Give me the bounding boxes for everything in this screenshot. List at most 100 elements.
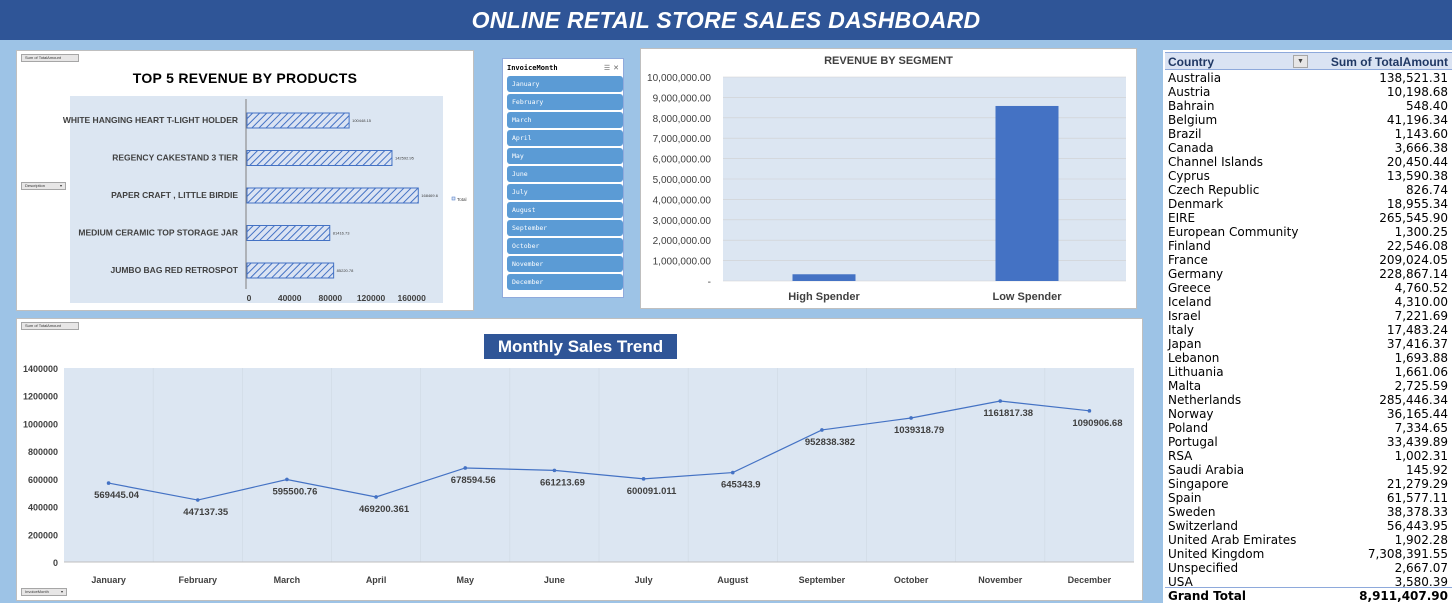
- pivot-row[interactable]: EIRE 265,545.90: [1165, 211, 1452, 225]
- pivot-country-cell: Greece: [1168, 281, 1211, 295]
- trend-point: [106, 481, 111, 485]
- slicer-item-march[interactable]: March: [507, 112, 623, 128]
- pivot-amount-cell: 145.92: [1406, 463, 1448, 477]
- slicer-item-july[interactable]: July: [507, 184, 623, 200]
- y-tick-label: 400000: [28, 503, 58, 513]
- pivot-row[interactable]: Bahrain 548.40: [1165, 99, 1452, 113]
- pivot-amount-cell: 56,443.95: [1386, 519, 1448, 533]
- pivot-row[interactable]: Unspecified 2,667.07: [1165, 561, 1452, 575]
- y-tick-label: -: [708, 277, 711, 288]
- slicer-item-december[interactable]: December: [507, 274, 623, 290]
- y-tick-label: 3,000,000.00: [653, 216, 712, 227]
- pivot-country-cell: Israel: [1168, 309, 1201, 323]
- pivot-row[interactable]: Lithuania 1,661.06: [1165, 365, 1452, 379]
- pivot-row[interactable]: Channel Islands 20,450.44: [1165, 155, 1452, 169]
- pivot-row[interactable]: Sweden 38,378.33: [1165, 505, 1452, 519]
- pivot-row[interactable]: France 209,024.05: [1165, 253, 1452, 267]
- pivot-amount-cell: 37,416.37: [1386, 337, 1448, 351]
- pivot-row[interactable]: Greece 4,760.52: [1165, 281, 1452, 295]
- pivot-row[interactable]: Portugal 33,439.89: [1165, 435, 1452, 449]
- monthly-sales-trend-chart-panel[interactable]: Sum of TotalAmount InvoiceMonth ▾ Monthl…: [16, 318, 1143, 601]
- pivot-row[interactable]: Saudi Arabia 145.92: [1165, 463, 1452, 477]
- pivot-country-cell: EIRE: [1168, 211, 1196, 225]
- slicer-item-april[interactable]: April: [507, 130, 623, 146]
- country-filter-dropdown-icon[interactable]: ▼: [1293, 55, 1308, 68]
- pivot-row[interactable]: Czech Republic 826.74: [1165, 183, 1452, 197]
- revenue-by-segment-chart-panel[interactable]: REVENUE BY SEGMENT 10,000,000.00 9,000,00…: [640, 48, 1137, 309]
- pivot-row[interactable]: United Arab Emirates 1,902.28: [1165, 533, 1452, 547]
- pivot-row[interactable]: Singapore 21,279.29: [1165, 477, 1452, 491]
- pivot-amount-cell: 2,725.59: [1394, 379, 1448, 393]
- pivot-amount-cell: 826.74: [1406, 183, 1448, 197]
- pivot-row[interactable]: European Community 1,300.25: [1165, 225, 1452, 239]
- pivot-row[interactable]: Austria 10,198.68: [1165, 85, 1452, 99]
- pivot-row[interactable]: Finland 22,546.08: [1165, 239, 1452, 253]
- pivot-row[interactable]: Spain 61,577.11: [1165, 491, 1452, 505]
- pivot-country-cell: Norway: [1168, 407, 1214, 421]
- invoice-month-slicer[interactable]: InvoiceMonth ☰ ✕ January February March Apr…: [502, 58, 624, 298]
- pivot-country-cell: Saudi Arabia: [1168, 463, 1245, 477]
- pivot-row[interactable]: Cyprus 13,590.38: [1165, 169, 1452, 183]
- multi-select-icon[interactable]: ☰: [604, 64, 610, 72]
- product-bar: [246, 150, 393, 166]
- slicer-item-august[interactable]: August: [507, 202, 623, 218]
- pivot-row[interactable]: Switzerland 56,443.95: [1165, 519, 1452, 533]
- pivot-row[interactable]: Norway 36,165.44: [1165, 407, 1452, 421]
- product-value-label: 85220.78: [337, 268, 354, 273]
- clear-filter-icon[interactable]: ✕: [613, 64, 619, 72]
- trend-value-label: 1039318.79: [894, 425, 944, 436]
- pivot-row[interactable]: Germany 228,867.14: [1165, 267, 1452, 281]
- y-tick-label: 1000000: [23, 419, 58, 429]
- pivot-country-cell: Iceland: [1168, 295, 1212, 309]
- pivot-amount-cell: 38,378.33: [1386, 505, 1448, 519]
- pivot-row[interactable]: RSA 1,002.31: [1165, 449, 1452, 463]
- month-tick-label: August: [717, 575, 748, 585]
- monthly-line-chart: 1400000 1200000 1000000 800000 600000 400000 2…: [23, 364, 1134, 585]
- y-tick-label: 4,000,000.00: [653, 195, 712, 206]
- x-tick-label: 40000: [278, 293, 302, 303]
- pivot-country-cell: Cyprus: [1168, 169, 1210, 183]
- segment-category-label: Low Spender: [992, 291, 1062, 303]
- month-tick-label: November: [978, 575, 1023, 585]
- pivot-country-cell: European Community: [1168, 225, 1299, 239]
- pivot-row[interactable]: United Kingdom 7,308,391.55: [1165, 547, 1452, 561]
- pivot-row[interactable]: Canada 3,666.38: [1165, 141, 1452, 155]
- pivot-row[interactable]: Belgium 41,196.34: [1165, 113, 1452, 127]
- slicer-item-september[interactable]: September: [507, 220, 623, 236]
- slicer-item-november[interactable]: November: [507, 256, 623, 272]
- pivot-row[interactable]: Lebanon 1,693.88: [1165, 351, 1452, 365]
- slicer-item-october[interactable]: October: [507, 238, 623, 254]
- y-tick-label: 2,000,000.00: [653, 236, 712, 247]
- pivot-row[interactable]: Australia 138,521.31: [1165, 71, 1452, 85]
- pivot-row[interactable]: Israel 7,221.69: [1165, 309, 1452, 323]
- pivot-amount-cell: 41,196.34: [1386, 113, 1448, 127]
- pivot-row[interactable]: Italy 17,483.24: [1165, 323, 1452, 337]
- slicer-item-january[interactable]: January: [507, 76, 623, 92]
- top5-products-chart-panel[interactable]: Sum of TotalAmount Description ▾ TOP 5 R…: [16, 50, 474, 311]
- pivot-row[interactable]: Denmark 18,955.34: [1165, 197, 1452, 211]
- month-tick-label: October: [894, 575, 929, 585]
- pivot-row[interactable]: Malta 2,725.59: [1165, 379, 1452, 393]
- slicer-item-february[interactable]: February: [507, 94, 623, 110]
- pivot-country-cell: Germany: [1168, 267, 1224, 281]
- trend-point: [195, 498, 200, 502]
- pivot-amount-cell: 21,279.29: [1386, 477, 1448, 491]
- trend-value-label: 1090906.68: [1072, 418, 1122, 429]
- pivot-row[interactable]: Brazil 1,143.60: [1165, 127, 1452, 141]
- pivot-amount-cell: 7,221.69: [1394, 309, 1448, 323]
- y-tick-label: 6,000,000.00: [653, 155, 712, 166]
- trend-point: [463, 466, 468, 470]
- pivot-row[interactable]: Poland 7,334.65: [1165, 421, 1452, 435]
- pivot-row[interactable]: Iceland 4,310.00: [1165, 295, 1452, 309]
- country-pivot-table[interactable]: Country ▼ Sum of TotalAmount Australia 13…: [1163, 50, 1452, 603]
- trend-point: [641, 477, 646, 481]
- pivot-row[interactable]: Japan 37,416.37: [1165, 337, 1452, 351]
- slicer-item-june[interactable]: June: [507, 166, 623, 182]
- pivot-amount-cell: 1,661.06: [1394, 365, 1448, 379]
- pivot-country-cell: Belgium: [1168, 113, 1218, 127]
- pivot-col-country: Country: [1168, 55, 1214, 69]
- pivot-amount-cell: 13,590.38: [1386, 169, 1448, 183]
- pivot-country-cell: Portugal: [1168, 435, 1218, 449]
- slicer-item-may[interactable]: May: [507, 148, 623, 164]
- pivot-row[interactable]: Netherlands 285,446.34: [1165, 393, 1452, 407]
